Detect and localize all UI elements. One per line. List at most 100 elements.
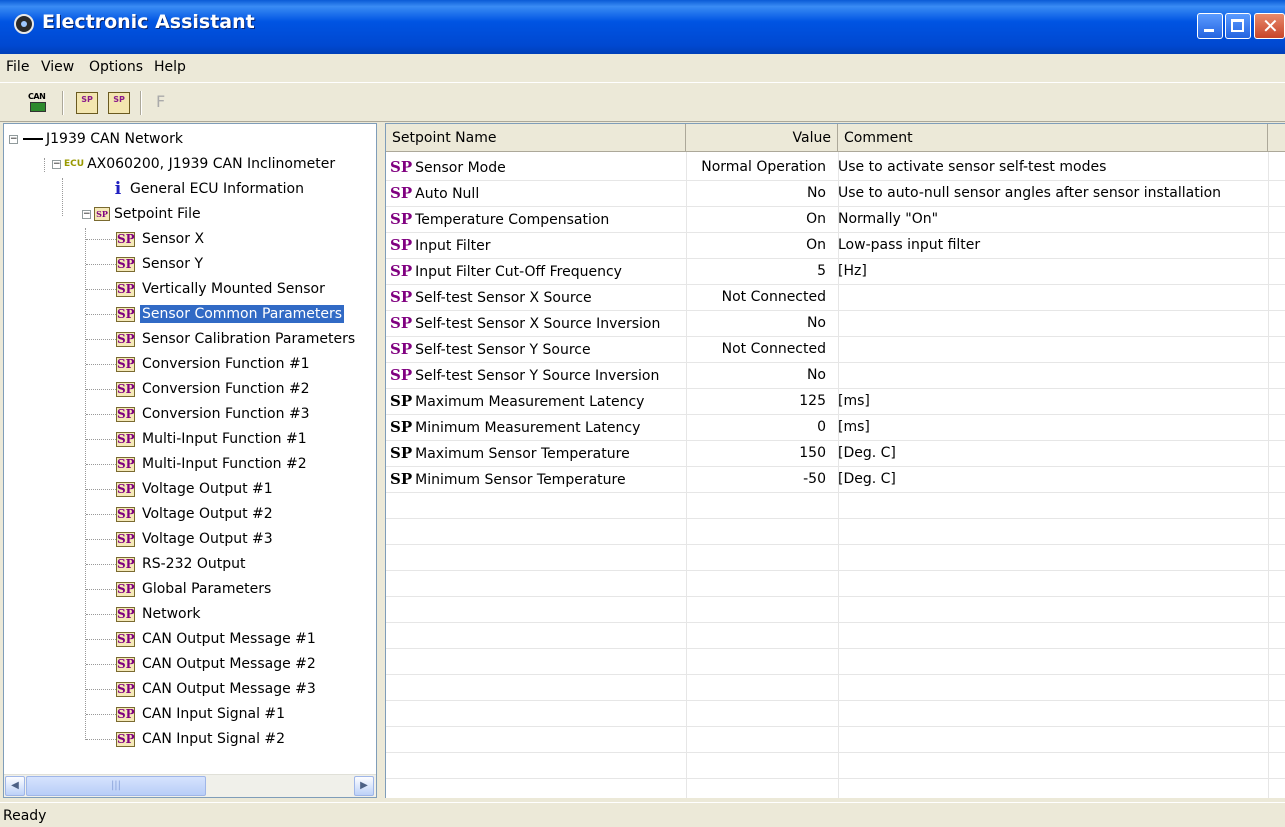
tree-item[interactable]: SP Sensor Calibration Parameters — [116, 328, 357, 350]
column-header-value[interactable]: Value — [686, 124, 838, 152]
menu-help[interactable]: Help — [152, 59, 188, 75]
tree-item-label: CAN Output Message #3 — [142, 681, 316, 697]
tree-view[interactable]: − J1939 CAN Network − ECU AX060200, J1939 C… — [4, 124, 376, 774]
tree-item-label: Voltage Output #3 — [142, 531, 273, 547]
tree-item[interactable]: SP CAN Input Signal #1 — [116, 703, 287, 725]
table-row[interactable]: SP Input Filter On Low-pass input filter — [386, 233, 1285, 259]
tree-pane[interactable]: − J1939 CAN Network − ECU AX060200, J1939 C… — [3, 123, 377, 798]
info-icon: i — [114, 179, 122, 199]
setpoint-value[interactable]: 125 — [686, 389, 830, 414]
tree-connector — [86, 339, 116, 340]
collapse-icon[interactable]: − — [52, 159, 61, 169]
tree-item[interactable]: SP Sensor Y — [116, 253, 205, 275]
setpoint-value[interactable]: On — [686, 207, 830, 232]
menu-view[interactable]: View — [39, 59, 76, 75]
setpoint-value[interactable]: On — [686, 233, 830, 258]
can-connect-button[interactable]: CAN — [28, 92, 50, 114]
collapse-icon[interactable]: − — [9, 134, 18, 144]
title-bar[interactable]: Electronic Assistant ✕ — [0, 0, 1285, 54]
tree-item[interactable]: SP Conversion Function #2 — [116, 378, 312, 400]
setpoint-value[interactable]: Not Connected — [686, 285, 830, 310]
horizontal-scrollbar[interactable]: ◀ ||| ▶ — [4, 774, 376, 797]
tree-item-label: Conversion Function #2 — [142, 381, 310, 397]
table-row[interactable]: SP Sensor Mode Normal Operation Use to acti… — [386, 155, 1285, 181]
tree-item[interactable]: SP Sensor X — [116, 228, 206, 250]
table-row[interactable]: SP Self-test Sensor X Source Not Connected — [386, 285, 1285, 311]
tree-item[interactable]: SP CAN Output Message #2 — [116, 653, 318, 675]
setpoint-icon: SP — [390, 184, 413, 202]
setpoint-value[interactable]: -50 — [686, 467, 830, 492]
setpoint-icon: SP — [116, 556, 135, 572]
tree-node-setpoint-file[interactable]: − SP Setpoint File — [82, 203, 201, 225]
tree-item-label: Sensor Calibration Parameters — [142, 331, 356, 347]
tree-node-ecu[interactable]: − ECU AX060200, J1939 CAN Inclinometer — [52, 153, 335, 175]
column-header-comment[interactable]: Comment — [838, 124, 1268, 152]
table-row — [386, 519, 1285, 545]
tree-connector — [44, 158, 45, 172]
table-row[interactable]: SP Minimum Sensor Temperature -50 [Deg. C] — [386, 467, 1285, 493]
table-row[interactable]: SP Self-test Sensor X Source Inversion No — [386, 311, 1285, 337]
setpoint-table[interactable]: Setpoint Name Value Comment SP Sensor Mod… — [385, 123, 1285, 798]
setpoint-value[interactable]: Not Connected — [686, 337, 830, 362]
table-row[interactable]: SP Input Filter Cut-Off Frequency 5 [Hz] — [386, 259, 1285, 285]
tree-connector — [86, 464, 116, 465]
tree-item[interactable]: SP Sensor Common Parameters — [116, 303, 345, 325]
setpoint-file-icon: SP — [94, 207, 110, 221]
tree-item[interactable]: SP Conversion Function #3 — [116, 403, 312, 425]
tree-connector — [86, 639, 116, 640]
setpoint-value[interactable]: Normal Operation — [686, 155, 830, 180]
column-header-name[interactable]: Setpoint Name — [386, 124, 686, 152]
tree-item[interactable]: SP Conversion Function #1 — [116, 353, 312, 375]
flash-button[interactable]: F — [156, 92, 178, 114]
table-row[interactable]: SP Minimum Measurement Latency 0 [ms] — [386, 415, 1285, 441]
tree-node-general-info[interactable]: i General ECU Information — [112, 178, 304, 200]
setpoint-comment: Normally "On" — [838, 211, 939, 227]
setpoint-value[interactable]: 5 — [686, 259, 830, 284]
maximize-button[interactable] — [1225, 13, 1251, 39]
setpoint-value[interactable]: 0 — [686, 415, 830, 440]
tree-item[interactable]: SP CAN Input Signal #2 — [116, 728, 287, 750]
tree-item[interactable]: SP Multi-Input Function #1 — [116, 428, 309, 450]
setpoint-value[interactable]: No — [686, 181, 830, 206]
setpoint-comment: Use to auto-null sensor angles after sen… — [838, 185, 1222, 201]
menu-file[interactable]: File — [4, 59, 31, 75]
setpoint-value[interactable]: 150 — [686, 441, 830, 466]
table-row[interactable]: SP Maximum Measurement Latency 125 [ms] — [386, 389, 1285, 415]
tree-connector — [86, 614, 116, 615]
tree-item[interactable]: SP CAN Output Message #1 — [116, 628, 318, 650]
scroll-left-button[interactable]: ◀ — [5, 776, 25, 796]
setpoint-icon: SP — [116, 681, 135, 697]
table-row[interactable]: SP Self-test Sensor Y Source Not Connected — [386, 337, 1285, 363]
tree-item[interactable]: SP CAN Output Message #3 — [116, 678, 318, 700]
tree-item[interactable]: SP RS-232 Output — [116, 553, 247, 575]
toolbar-separator — [140, 91, 142, 115]
open-setpoint-button[interactable]: SP — [76, 92, 98, 114]
setpoint-value[interactable]: No — [686, 311, 830, 336]
app-icon[interactable] — [14, 14, 34, 34]
tree-item-label: Multi-Input Function #2 — [142, 456, 307, 472]
table-row[interactable]: SP Self-test Sensor Y Source Inversion No — [386, 363, 1285, 389]
table-row[interactable]: SP Temperature Compensation On Normally "On… — [386, 207, 1285, 233]
scroll-right-button[interactable]: ▶ — [354, 776, 374, 796]
tree-item[interactable]: SP Voltage Output #2 — [116, 503, 275, 525]
tree-item[interactable]: SP Global Parameters — [116, 578, 273, 600]
tree-item[interactable]: SP Voltage Output #1 — [116, 478, 275, 500]
tree-item[interactable]: SP Network — [116, 603, 202, 625]
minimize-button[interactable] — [1197, 13, 1223, 39]
table-row[interactable]: SP Auto Null No Use to auto-null sensor ang… — [386, 181, 1285, 207]
tree-item[interactable]: SP Voltage Output #3 — [116, 528, 275, 550]
menu-options[interactable]: Options — [87, 59, 145, 75]
tree-item-label: Multi-Input Function #1 — [142, 431, 307, 447]
table-row — [386, 753, 1285, 779]
close-button[interactable]: ✕ — [1254, 13, 1285, 39]
tree-item[interactable]: SP Multi-Input Function #2 — [116, 453, 309, 475]
scroll-thumb[interactable]: ||| — [26, 776, 206, 796]
tree-node-network[interactable]: − J1939 CAN Network — [9, 128, 183, 150]
collapse-icon[interactable]: − — [82, 209, 91, 219]
setpoint-value[interactable]: No — [686, 363, 830, 388]
save-setpoint-button[interactable]: SP — [108, 92, 130, 114]
tree-item-label: Network — [142, 606, 201, 622]
pane-splitter[interactable] — [377, 123, 385, 798]
table-row[interactable]: SP Maximum Sensor Temperature 150 [Deg. C] — [386, 441, 1285, 467]
tree-item[interactable]: SP Vertically Mounted Sensor — [116, 278, 327, 300]
